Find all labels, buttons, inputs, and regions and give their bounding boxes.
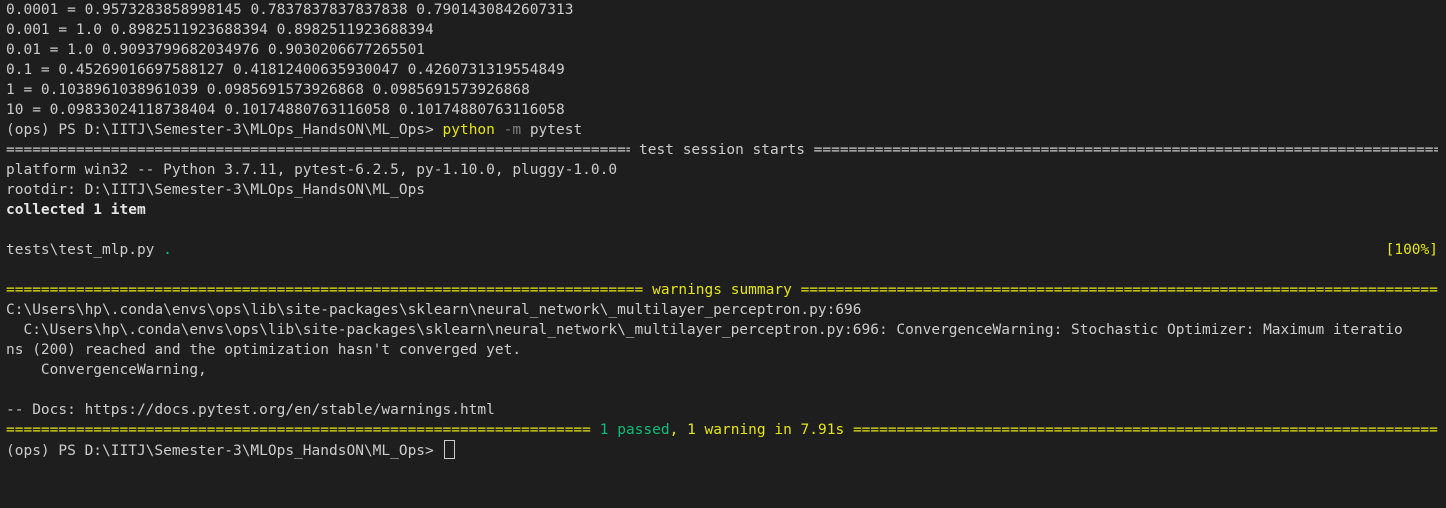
warnings-title: warnings summary: [643, 282, 801, 298]
docs-line: -- Docs: https://docs.pytest.org/en/stab…: [6, 402, 495, 418]
rule-right: ========================================…: [813, 142, 1438, 158]
summary-line: ========================================…: [6, 420, 1438, 440]
rule-left: ========================================…: [6, 142, 631, 158]
progress-percent: [100%]: [1385, 242, 1438, 258]
rootdir-line: rootdir: D:\IITJ\Semester-3\MLOps_HandsO…: [6, 182, 426, 198]
result-line-4: 0.1 = 0.45269016697588127 0.418124006359…: [6, 60, 1446, 80]
terminal-panel[interactable]: 0.0001 = 0.9573283858998145 0.7837837837…: [0, 0, 1446, 508]
collected-line: collected 1 item: [6, 202, 146, 218]
command-flag: -m: [503, 122, 522, 138]
session-title: test session starts: [630, 142, 814, 158]
warning-count: 1 warning in 7.91s: [678, 422, 853, 438]
result-key: 1 =: [6, 82, 33, 98]
result-values: 1.0 0.8982511923688394 0.898251192368839…: [67, 22, 434, 38]
result-values: 0.09833024118738404 0.10174880763116058 …: [40, 102, 565, 118]
result-values: 0.9573283858998145 0.7837837837837838 0.…: [75, 2, 574, 18]
shell-prompt: (ops) PS D:\IITJ\Semester-3\MLOps_HandsO…: [6, 443, 443, 459]
command-name: python: [442, 122, 495, 138]
rule-right: ========================================…: [800, 282, 1438, 298]
result-key: 0.0001 =: [6, 2, 76, 18]
result-line-1: 0.0001 = 0.9573283858998145 0.7837837837…: [6, 0, 1446, 20]
summary-separator: ,: [669, 422, 679, 438]
result-line-6: 10 = 0.09833024118738404 0.1017488076311…: [6, 100, 1446, 120]
warnings-header-line: ========================================…: [6, 280, 1438, 300]
result-line-5: 1 = 0.1038961038961039 0.098569157392686…: [6, 80, 1446, 100]
result-values: 0.45269016697588127 0.41812400635930047 …: [49, 62, 565, 78]
passed-count: 1 passed: [591, 422, 670, 438]
warning-category-line: ConvergenceWarning,: [6, 362, 207, 378]
rule-left: ========================================…: [6, 422, 591, 438]
test-file-name: tests\test_mlp.py: [6, 242, 164, 258]
command-args: pytest: [521, 122, 583, 138]
warning-message-line-2: ns (200) reached and the optimization ha…: [6, 342, 522, 358]
result-line-2: 0.001 = 1.0 0.8982511923688394 0.8982511…: [6, 20, 1446, 40]
rule-right: ========================================…: [852, 422, 1438, 438]
result-key: 0.1 =: [6, 62, 50, 78]
prompt-command-line: (ops) PS D:\IITJ\Semester-3\MLOps_HandsO…: [6, 120, 1446, 140]
result-key: 10 =: [6, 102, 41, 118]
test-progress-line: tests\test_mlp.py . [100%]: [6, 240, 1438, 260]
input-prompt-line[interactable]: (ops) PS D:\IITJ\Semester-3\MLOps_HandsO…: [6, 440, 1446, 460]
result-values: 1.0 0.9093799682034976 0.903020667726550…: [58, 42, 426, 58]
result-key: 0.001 =: [6, 22, 68, 38]
rule-left: ========================================…: [6, 282, 644, 298]
platform-line: platform win32 -- Python 3.7.11, pytest-…: [6, 162, 618, 178]
text-cursor[interactable]: [443, 440, 455, 459]
result-values: 0.1038961038961039 0.0985691573926868 0.…: [32, 82, 530, 98]
session-header-line: ========================================…: [6, 140, 1438, 160]
test-result-dot: .: [163, 242, 172, 258]
shell-prompt: (ops) PS D:\IITJ\Semester-3\MLOps_HandsO…: [6, 122, 443, 138]
result-line-3: 0.01 = 1.0 0.9093799682034976 0.90302066…: [6, 40, 1446, 60]
warning-message-line-1: C:\Users\hp\.conda\envs\ops\lib\site-pac…: [6, 322, 1403, 338]
result-key: 0.01 =: [6, 42, 59, 58]
warning-location-line: C:\Users\hp\.conda\envs\ops\lib\site-pac…: [6, 302, 862, 318]
